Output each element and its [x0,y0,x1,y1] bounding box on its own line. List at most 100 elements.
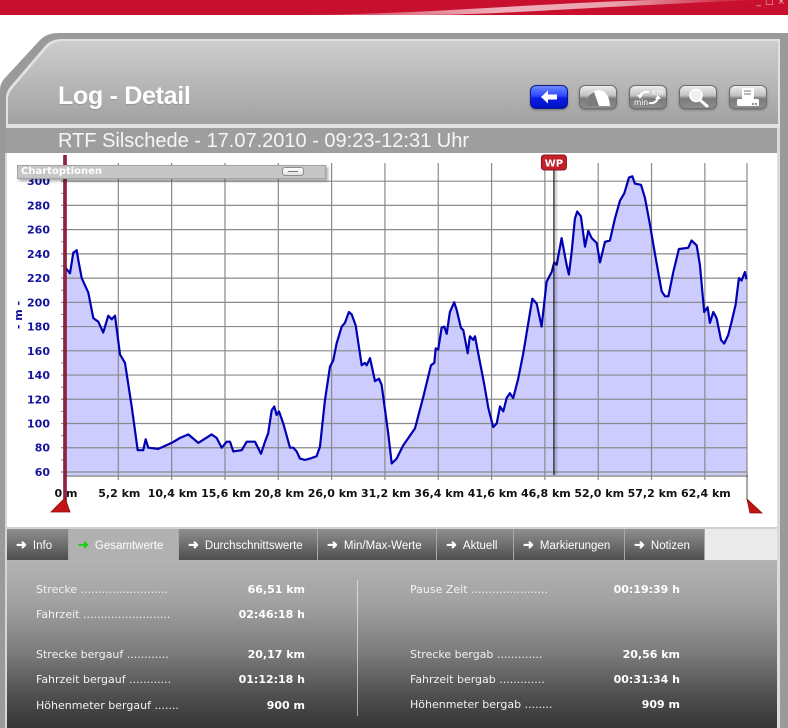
chart-options-label: Chartoptionen [21,166,103,177]
arrow-right-icon: ➜ [78,537,89,552]
y-tick-label: 280 [27,199,50,212]
elevation-area [65,176,747,476]
arrow-right-icon: ➜ [16,537,27,552]
zoom-button[interactable] [679,85,717,109]
x-tick-label: 10,4 km [148,487,198,500]
column-divider [357,580,358,716]
arrow-right-icon: ➜ [523,537,534,552]
x-tick-label: 15,6 km [201,487,251,500]
tab-label: Gesamtwerte [94,540,164,552]
tab-durchschnittswerte[interactable]: ➜ Durchschnittswerte [179,529,318,560]
x-tick-label: 31,2 km [361,487,411,500]
tab-label: Durchschnittswerte [204,540,303,552]
stat-row-strecke-bergauf: Strecke bergauf ............ 20,17 km [36,647,305,663]
stat-row-fahrzeit-bergab: Fahrzeit bergab ............. 00:31:34 h [410,672,680,688]
stat-label: Fahrzeit ......................... [36,608,171,621]
close-window-icon[interactable]: × [777,0,785,7]
segment-button[interactable] [579,85,617,109]
y-tick-label: 220 [27,272,50,285]
stat-label: Strecke ......................... [36,583,169,596]
tab-markierungen[interactable]: ➜ Markierungen [514,529,625,560]
stat-row-strecke-bergab: Strecke bergab ............. 20,56 km [410,647,680,663]
elevation-chart[interactable]: 60801001201401601802002202402602803000 m… [0,153,788,528]
y-tick-label: 240 [27,248,50,261]
x-tick-label: 46,8 km [521,487,571,500]
km-min-toggle-icon: km min [634,88,664,107]
stat-value: 00:31:34 h [613,673,680,686]
arrow-right-icon: ➜ [634,537,645,552]
start-marker-handle[interactable] [50,497,71,513]
y-tick-label: 100 [27,418,50,431]
chart-options-minimize-button[interactable] [282,167,304,176]
tab-notizen[interactable]: ➜ Notizen [625,529,705,560]
y-tick-label: 160 [27,345,50,358]
stat-label: Höhenmeter bergauf ....... [36,699,179,712]
arrow-left-icon [541,90,557,104]
tab-label: Aktuell [462,540,498,552]
stat-label: Pause Zeit ...................... [410,583,548,596]
tab-label: Info [32,540,53,552]
print-button[interactable] [729,85,767,109]
tab-info[interactable]: ➜ Info [7,529,69,560]
x-tick-label: 57,2 km [628,487,678,500]
totals-panel: Strecke ......................... 66,51 … [7,560,777,728]
top-banner [0,0,788,15]
x-tick-label: 26,0 km [308,487,358,500]
stat-label: Fahrzeit bergauf ............ [36,673,172,686]
stat-row-hoehenmeter-bergab: Höhenmeter bergab ........ 909 m [410,697,680,713]
stat-value: 02:46:18 h [238,608,305,621]
stat-label: Höhenmeter bergab ........ [410,698,553,711]
stat-value: 909 m [641,698,680,711]
km-min-toggle-button[interactable]: km min [629,85,667,109]
y-tick-label: 140 [27,369,50,382]
stat-row-hoehenmeter-bergauf: Höhenmeter bergauf ....... 900 m [36,698,305,714]
arrow-right-icon: ➜ [327,537,338,552]
x-tick-label: 20,8 km [254,487,304,500]
min-label: min [634,98,648,107]
stat-row-strecke: Strecke ......................... 66,51 … [36,582,305,598]
x-tick-label: 5,2 km [98,487,140,500]
arrow-right-icon: ➜ [446,537,457,552]
maximize-window-icon[interactable]: □ [765,0,774,7]
stat-row-fahrzeit-bergauf: Fahrzeit bergauf ............ 01:12:18 h [36,672,305,688]
end-marker-handle[interactable] [746,497,764,514]
back-button[interactable] [530,85,568,109]
tab-label: Markierungen [539,540,611,552]
page-title: Log - Detail [58,82,191,110]
arrow-right-icon: ➜ [188,537,199,552]
stat-row-fahrzeit: Fahrzeit ......................... 02:46… [36,607,305,623]
stat-label: Strecke bergauf ............ [36,648,169,661]
magnifier-icon [689,88,709,108]
y-tick-label: 180 [27,321,50,334]
y-tick-label: 80 [35,442,51,455]
tab-aktuell[interactable]: ➜ Aktuell [437,529,514,560]
stat-value: 01:12:18 h [238,673,305,686]
minimize-icon [288,171,298,172]
minimize-window-icon[interactable]: _ [756,0,761,7]
chart-options-bar[interactable]: Chartoptionen [17,165,326,179]
tab-min-max-werte[interactable]: ➜ Min/Max-Werte [318,529,437,560]
printer-icon [737,88,759,106]
stat-row-pause-zeit: Pause Zeit ...................... 00:19:… [410,582,680,598]
pie-segment-icon [587,90,610,106]
y-tick-label: 260 [27,224,50,237]
tab-label: Notizen [650,540,690,552]
y-tick-label: 200 [27,296,50,309]
stat-label: Strecke bergab ............. [410,648,543,661]
stat-label: Fahrzeit bergab ............. [410,673,545,686]
tab-gesamtwerte[interactable]: ➜ Gesamtwerte [69,529,179,560]
log-subtitle: RTF Silschede - 17.07.2010 - 09:23-12:31… [58,130,469,152]
stat-value: 00:19:39 h [613,583,680,596]
x-tick-label: 62,4 km [681,487,731,500]
y-tick-label: 60 [35,466,51,479]
tab-bar: ➜ Info ➜ Gesamtwerte ➜ Durchschnittswerte ➜… [7,527,777,560]
stat-value: 66,51 km [247,583,305,596]
stat-value: 900 m [266,699,305,712]
waypoint-label: WP [545,159,563,170]
stat-value: 20,56 km [622,648,680,661]
y-axis-label: - m - [12,301,25,329]
stat-value: 20,17 km [247,648,305,661]
window-controls: _ □ × [756,0,785,7]
x-tick-label: 36,4 km [414,487,464,500]
tab-label: Min/Max-Werte [343,540,422,552]
